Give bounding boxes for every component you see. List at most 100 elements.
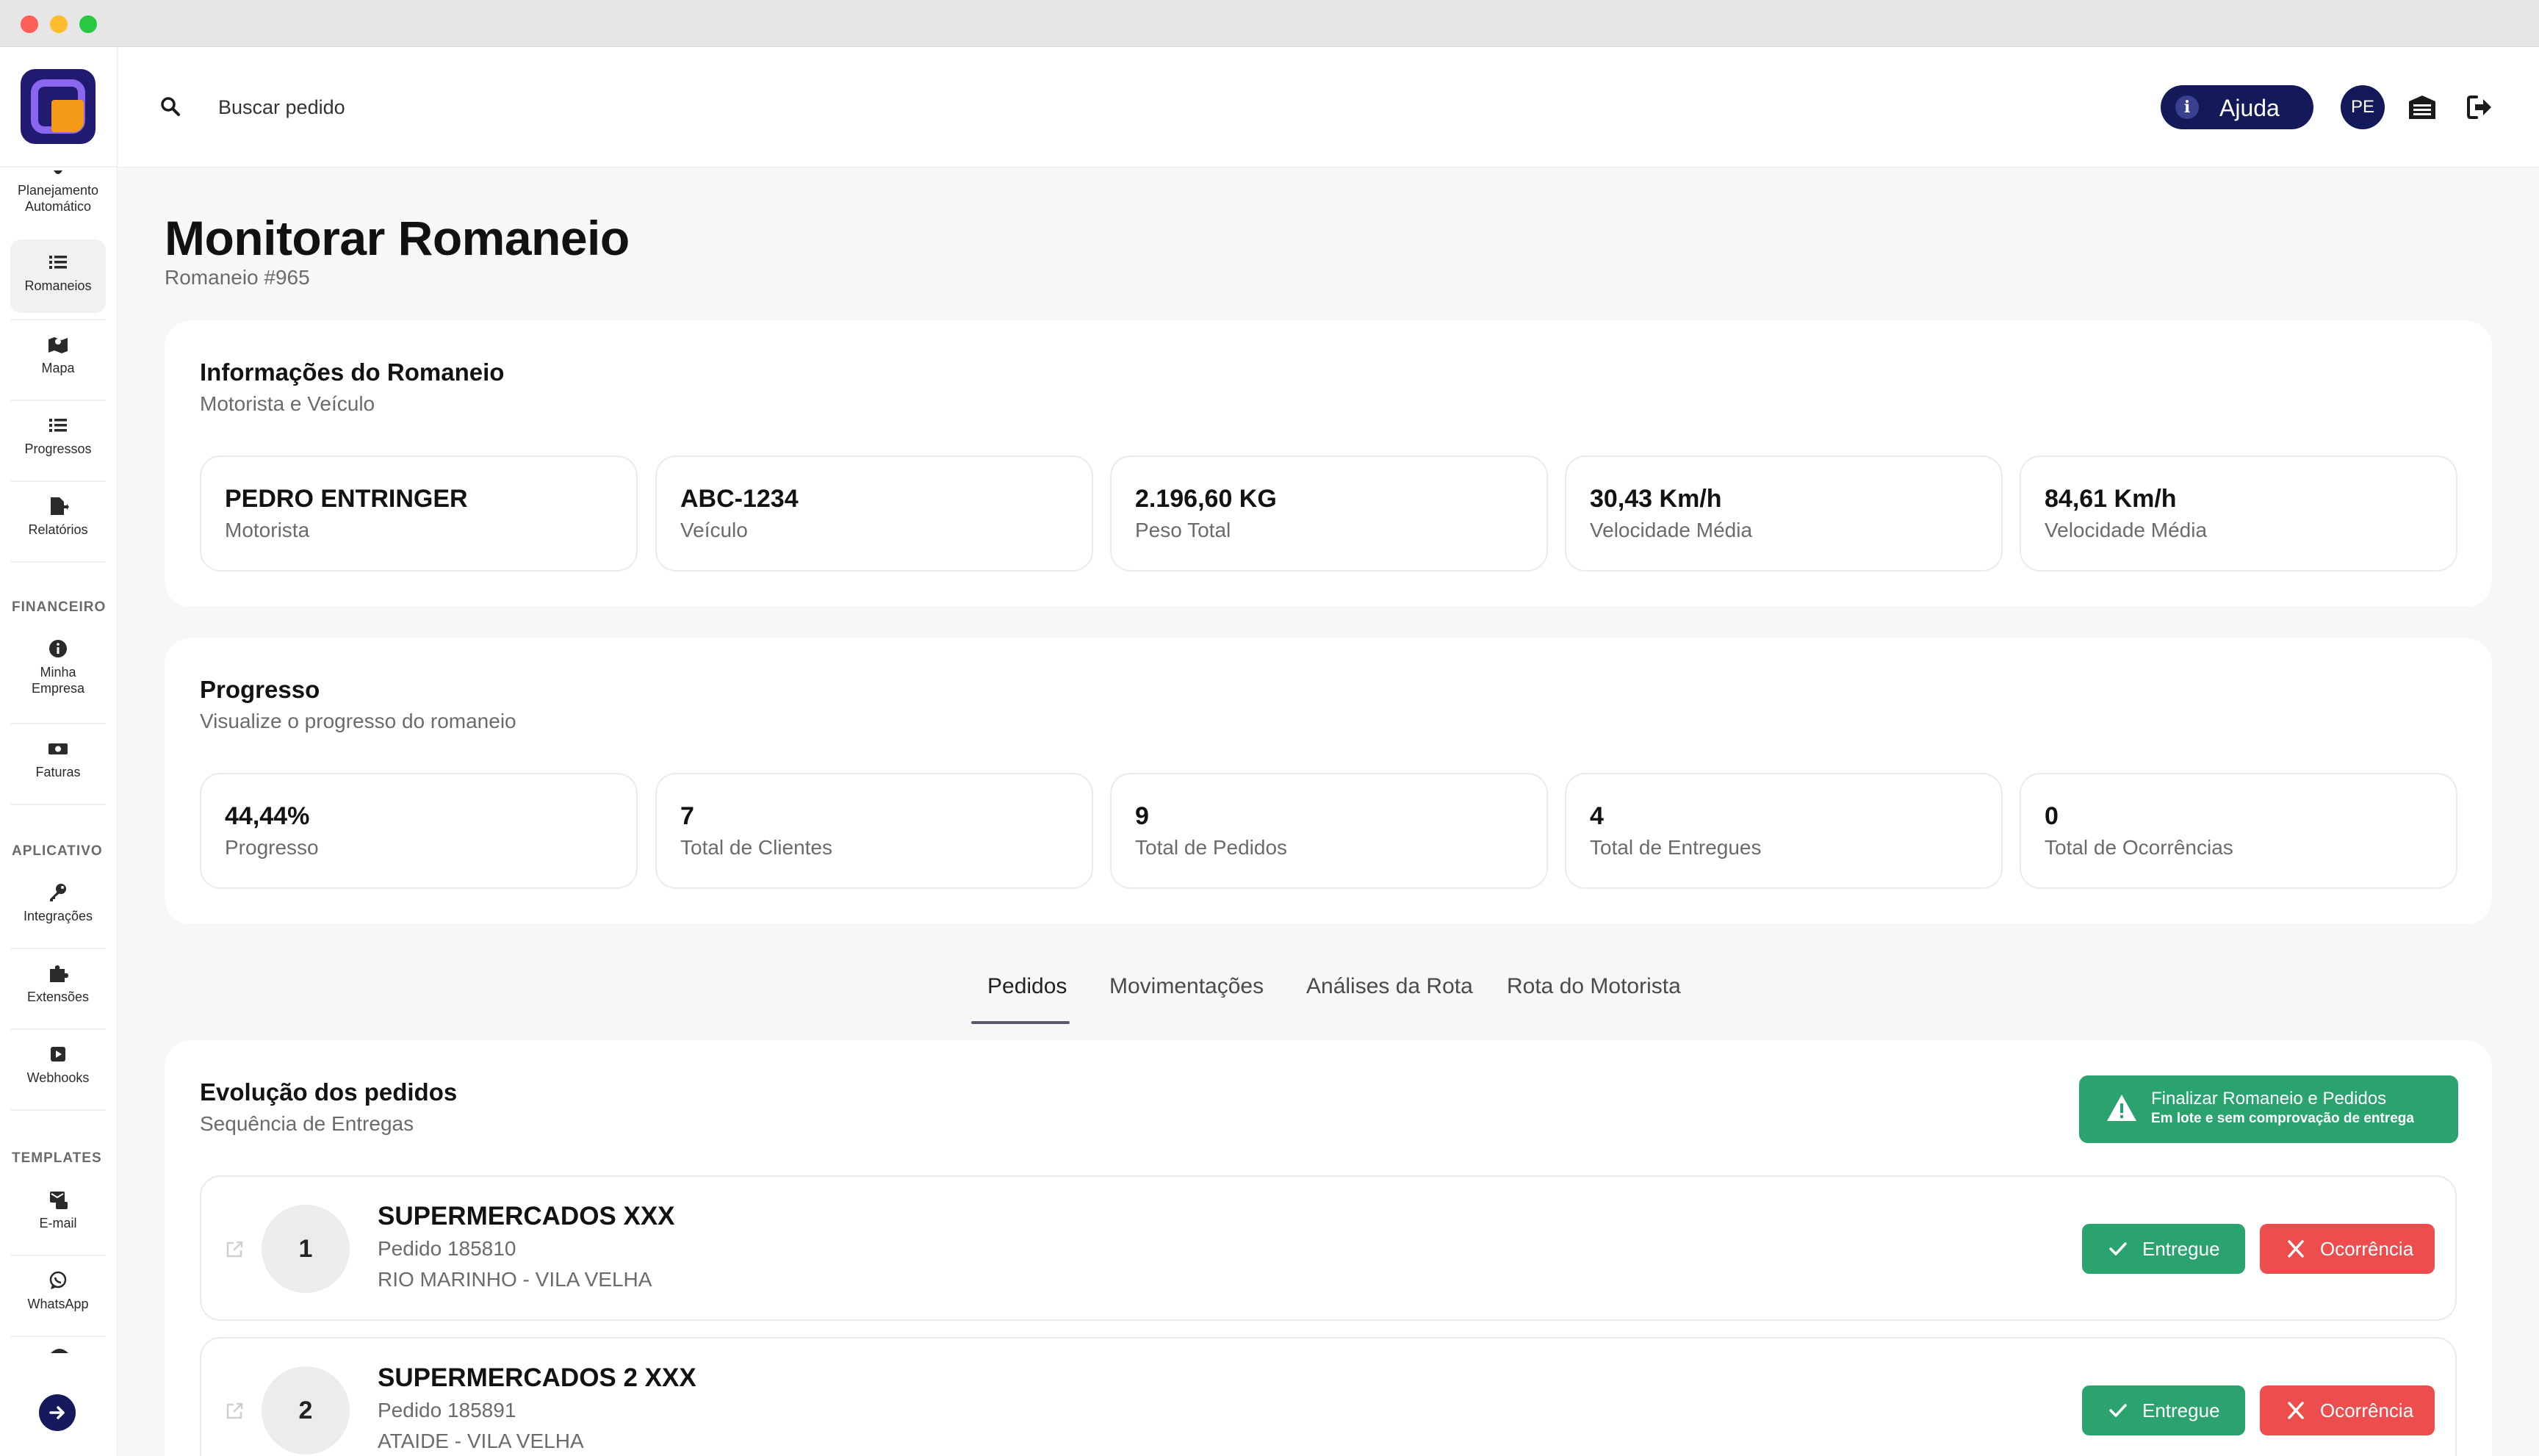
tab-pedidos[interactable]: Pedidos (987, 974, 1067, 999)
mark-delivered-button[interactable]: Entregue (2082, 1385, 2245, 1435)
sidebar-item-mapa[interactable]: Mapa (10, 331, 106, 401)
tab-analises-da-rota[interactable]: Análises da Rota (1306, 974, 1473, 999)
stat-value: 84,61 Km/h (2045, 485, 2177, 513)
sidebar-item-label: Webhooks (26, 1070, 90, 1085)
page-subtitle: Romaneio #965 (165, 266, 310, 289)
sidebar-item-email[interactable]: E-mail (10, 1186, 106, 1256)
sidebar-item-label: E-mail (39, 1216, 77, 1230)
stat-value: ABC-1234 (680, 485, 799, 513)
order-client-name: SUPERMERCADOS XXX (378, 1202, 675, 1230)
info-icon (49, 640, 67, 657)
button-label: Ocorrência (2320, 1399, 2414, 1421)
stat-label: Peso Total (1135, 519, 1231, 541)
check-icon (2109, 1242, 2127, 1255)
sidebar-item-label: WhatsApp (27, 1297, 89, 1311)
divider (10, 480, 106, 482)
minimize-window-button[interactable] (50, 15, 68, 33)
sidebar-item-extensoes[interactable]: Extensões (10, 959, 106, 1030)
sidebar-item-label: Integrações (23, 909, 93, 923)
stat-vehicle: ABC-1234 Veículo (655, 455, 1093, 572)
external-link-icon[interactable] (223, 1400, 245, 1422)
window-titlebar (0, 0, 2539, 47)
orders-card: Evolução dos pedidos Sequência de Entreg… (165, 1040, 2492, 1456)
card-title: Progresso (200, 676, 320, 703)
tab-rota-do-motorista[interactable]: Rota do Motorista (1507, 974, 1681, 999)
sidebar-item-label: Minha Empresa (31, 665, 85, 696)
finalize-romaneio-button[interactable]: Finalizar Romaneio e Pedidos Em lote e s… (2079, 1075, 2458, 1143)
order-row: 1 SUPERMERCADOS XXX Pedido 185810 RIO MA… (200, 1175, 2457, 1321)
email-icon (50, 1192, 68, 1209)
search-input[interactable] (218, 91, 586, 123)
help-button-label: Ajuda (2219, 95, 2280, 121)
card-subtitle: Sequência de Entregas (200, 1112, 414, 1135)
list-icon (49, 256, 67, 269)
sequence-number: 1 (262, 1205, 350, 1293)
sequence-number: 2 (262, 1366, 350, 1455)
order-number: Pedido 185891 (378, 1399, 516, 1421)
close-window-button[interactable] (21, 15, 38, 33)
sidebar-item-progressos[interactable]: Progressos (10, 411, 106, 482)
page-title: Monitorar Romaneio (165, 211, 630, 265)
puzzle-icon (50, 965, 68, 982)
sidebar-item-minha-empresa[interactable]: Minha Empresa (10, 635, 106, 720)
sidebar-item-label: Extensões (26, 990, 90, 1004)
sidebar-item-label: Planejamento Automático (17, 183, 99, 214)
report-occurrence-button[interactable]: Ocorrência (2260, 1385, 2435, 1435)
sidebar-item-label: Relatórios (28, 522, 88, 537)
divider (10, 1109, 106, 1111)
logout-icon[interactable] (2465, 93, 2494, 122)
sidebar-item-label: Romaneios (24, 278, 92, 293)
money-icon (48, 743, 68, 754)
stat-value: PEDRO ENTRINGER (225, 485, 468, 513)
tab-movimentacoes[interactable]: Movimentações (1109, 974, 1264, 999)
list-icon (49, 419, 67, 432)
whatsapp-icon (49, 1271, 67, 1289)
sidebar-item-webhooks[interactable]: Webhooks (10, 1040, 106, 1111)
card-title: Evolução dos pedidos (200, 1078, 458, 1106)
card-subtitle: Visualize o progresso do romaneio (200, 710, 516, 732)
romaneio-info-card: Informações do Romaneio Motorista e Veíc… (165, 320, 2492, 607)
key-icon (50, 884, 66, 901)
expand-sidebar-button[interactable] (39, 1394, 76, 1431)
button-label: Entregue (2142, 1399, 2220, 1421)
divider (10, 400, 106, 401)
stat-value: 0 (2045, 802, 2059, 830)
report-occurrence-button[interactable]: Ocorrência (2260, 1224, 2435, 1274)
mark-delivered-button[interactable]: Entregue (2082, 1224, 2245, 1274)
stat-driver: PEDRO ENTRINGER Motorista (200, 455, 638, 572)
button-label: Entregue (2142, 1238, 2220, 1260)
stat-value: 30,43 Km/h (1590, 485, 1722, 513)
sidebar-item-relatorios[interactable]: Relatórios (10, 492, 106, 563)
order-client-name: SUPERMERCADOS 2 XXX (378, 1363, 696, 1392)
external-link-icon[interactable] (223, 1239, 245, 1261)
divider (10, 1336, 106, 1337)
search-icon[interactable] (159, 95, 181, 118)
planning-icon (54, 170, 62, 174)
stat-label: Total de Pedidos (1135, 836, 1288, 859)
garage-icon[interactable] (2407, 94, 2437, 120)
divider (10, 319, 106, 320)
sidebar-item-integracoes[interactable]: Integrações (10, 879, 106, 949)
stat-label: Progresso (225, 836, 319, 859)
avatar[interactable]: PE (2341, 85, 2385, 129)
divider (10, 1255, 106, 1256)
stat-total-orders: 9 Total de Pedidos (1110, 773, 1548, 889)
section-title-financeiro: FINANCEIRO (12, 599, 107, 615)
finalize-button-title: Finalizar Romaneio e Pedidos (2151, 1089, 2387, 1109)
order-number: Pedido 185810 (378, 1237, 516, 1260)
sidebar-item-romaneios[interactable]: Romaneios (10, 239, 106, 313)
help-button[interactable]: i Ajuda (2161, 85, 2313, 129)
stat-label: Total de Ocorrências (2045, 836, 2233, 859)
section-title-templates: TEMPLATES (12, 1150, 102, 1166)
close-icon (2288, 1402, 2304, 1419)
sidebar-item-whatsapp[interactable]: WhatsApp (10, 1266, 106, 1337)
stat-value: 2.196,60 KG (1135, 485, 1277, 513)
top-header: i Ajuda PE (118, 47, 2539, 167)
stat-avg-speed: 30,43 Km/h Velocidade Média (1565, 455, 2003, 572)
sidebar-item-faturas[interactable]: Faturas (10, 735, 106, 805)
divider (0, 166, 117, 167)
divider (10, 948, 106, 949)
app-logo[interactable] (21, 69, 96, 144)
webhook-icon (51, 1047, 65, 1062)
maximize-window-button[interactable] (79, 15, 97, 33)
